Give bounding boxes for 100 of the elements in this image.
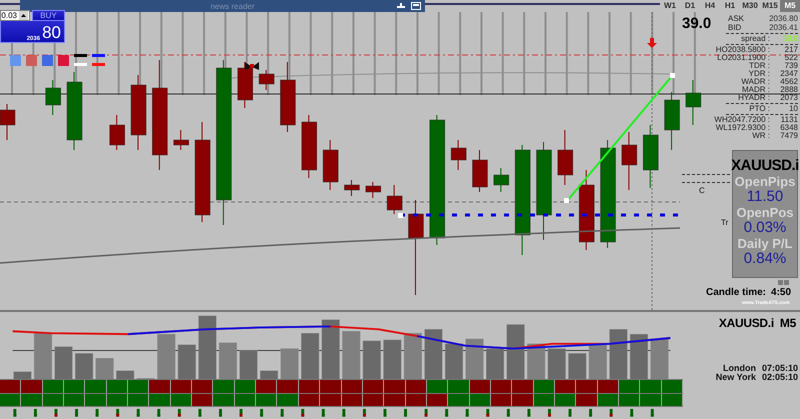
candlestick [173, 130, 189, 150]
candlestick [558, 130, 574, 186]
candlestick [344, 180, 360, 196]
volume-bar [362, 340, 381, 380]
volume-bar [486, 348, 504, 380]
indicator-title: XAUUSD.i M5 [718, 316, 796, 330]
stat-value: 1131 [780, 116, 798, 124]
window-icon[interactable] [411, 2, 421, 10]
partial-label: C [699, 186, 705, 195]
stat-label: WR : [752, 132, 770, 140]
partial-label: Tr [721, 218, 728, 227]
metric-value: 0.84% [744, 251, 786, 267]
volume-bar [322, 319, 340, 380]
stat-value: 217 [784, 46, 798, 54]
candlestick [302, 114, 317, 178]
stat-value: 2347 [779, 70, 798, 78]
volume-bar [444, 344, 464, 380]
ask-label: ASK [728, 14, 746, 23]
metric-label: OpenPips [734, 174, 796, 189]
candlestick [686, 80, 702, 126]
volume-bar [178, 344, 196, 380]
candlestick [450, 140, 466, 170]
volume-bar [568, 353, 586, 380]
stat-value: 739 [784, 62, 798, 70]
candlestick [258, 70, 274, 90]
down-arrow-icon [647, 38, 657, 48]
volume-bar [301, 332, 320, 380]
candlestick [622, 132, 638, 190]
stat-label: MADR : [742, 86, 770, 94]
stat-value: 2888 [779, 86, 798, 94]
volume-bar [630, 334, 648, 380]
timeframe-tab[interactable]: M5 [780, 0, 800, 12]
bid-price: 2036.41 [769, 23, 798, 32]
stat-value: 4562 [779, 78, 798, 86]
volume-bar [260, 370, 278, 380]
stat-value: 6348 [779, 124, 798, 132]
stat-price: 1972.9300 : [728, 124, 770, 132]
candlestick [280, 62, 296, 132]
stat-price: 2031.1900 : [728, 54, 770, 62]
marker-icon [398, 213, 403, 218]
lot-size-field[interactable]: 0.03 [0, 10, 30, 21]
volume-bar [383, 340, 402, 380]
stat-value: 7479 [779, 132, 798, 140]
stat-value: 10 [788, 105, 798, 113]
candlestick [366, 182, 382, 198]
stat-price: 2047.7200 : [728, 116, 770, 124]
stat-label: HO [716, 46, 728, 54]
volume-bar [548, 348, 566, 380]
window-title: news reader [210, 2, 255, 10]
volume-bar [198, 316, 216, 380]
color-swatch[interactable] [58, 54, 69, 66]
session-city: London [722, 364, 756, 373]
increase-icon[interactable] [19, 11, 28, 20]
spread-value: 39.0 [781, 35, 798, 43]
volume-bar [239, 350, 258, 380]
color-swatch[interactable] [42, 54, 53, 66]
volume-bar [13, 371, 32, 380]
color-swatch[interactable] [26, 54, 37, 66]
marker-icon [245, 62, 259, 70]
stat-label: LO [717, 54, 728, 62]
candlestick [642, 124, 658, 188]
volume-bar [54, 346, 73, 380]
candlestick [0, 104, 16, 140]
candlestick [664, 92, 680, 150]
volume-bar [75, 353, 94, 380]
session-city: New York [716, 373, 756, 382]
candlestick [472, 150, 488, 192]
stat-value: 2073 [779, 94, 798, 102]
symbol-name: XAUUSD.i [731, 157, 799, 174]
candlestick [45, 80, 61, 116]
minimize-icon[interactable] [397, 2, 405, 9]
candle-time-label: Candle time: [706, 287, 766, 298]
volume-bar [424, 329, 442, 380]
metric-value: 11.50 [746, 189, 784, 205]
stat-label: WADR : [741, 78, 770, 86]
stat-label: WL [716, 124, 728, 132]
metric-label: Daily P/L [738, 236, 792, 251]
metric-label: OpenPos [736, 205, 794, 220]
candlestick [109, 114, 125, 150]
color-swatch[interactable] [10, 54, 21, 66]
candlestick [386, 184, 402, 214]
volume-bar [609, 329, 628, 380]
bid-label: BID [728, 23, 742, 32]
session-time: 07:05:10 [762, 364, 798, 373]
session-time: 02:05:10 [762, 373, 798, 382]
line-style-icon[interactable] [74, 54, 87, 66]
stat-label: PTO : [749, 105, 770, 113]
candlestick [322, 140, 338, 190]
buy-button[interactable]: BUY [32, 10, 65, 21]
candlestick [238, 62, 253, 108]
ask-price: 2036.80 [769, 14, 798, 23]
volume-bar [116, 370, 134, 380]
metric-value: 0.03% [744, 220, 786, 236]
stat-label: HYADR : [738, 94, 770, 102]
stat-price: 2038.5800 : [728, 46, 770, 54]
spread-value: 39.0 [682, 18, 712, 28]
candlestick [494, 168, 510, 192]
stat-label: WH [714, 116, 728, 124]
stat-label: TDR : [749, 62, 770, 70]
spread-label: spread : [740, 35, 770, 43]
